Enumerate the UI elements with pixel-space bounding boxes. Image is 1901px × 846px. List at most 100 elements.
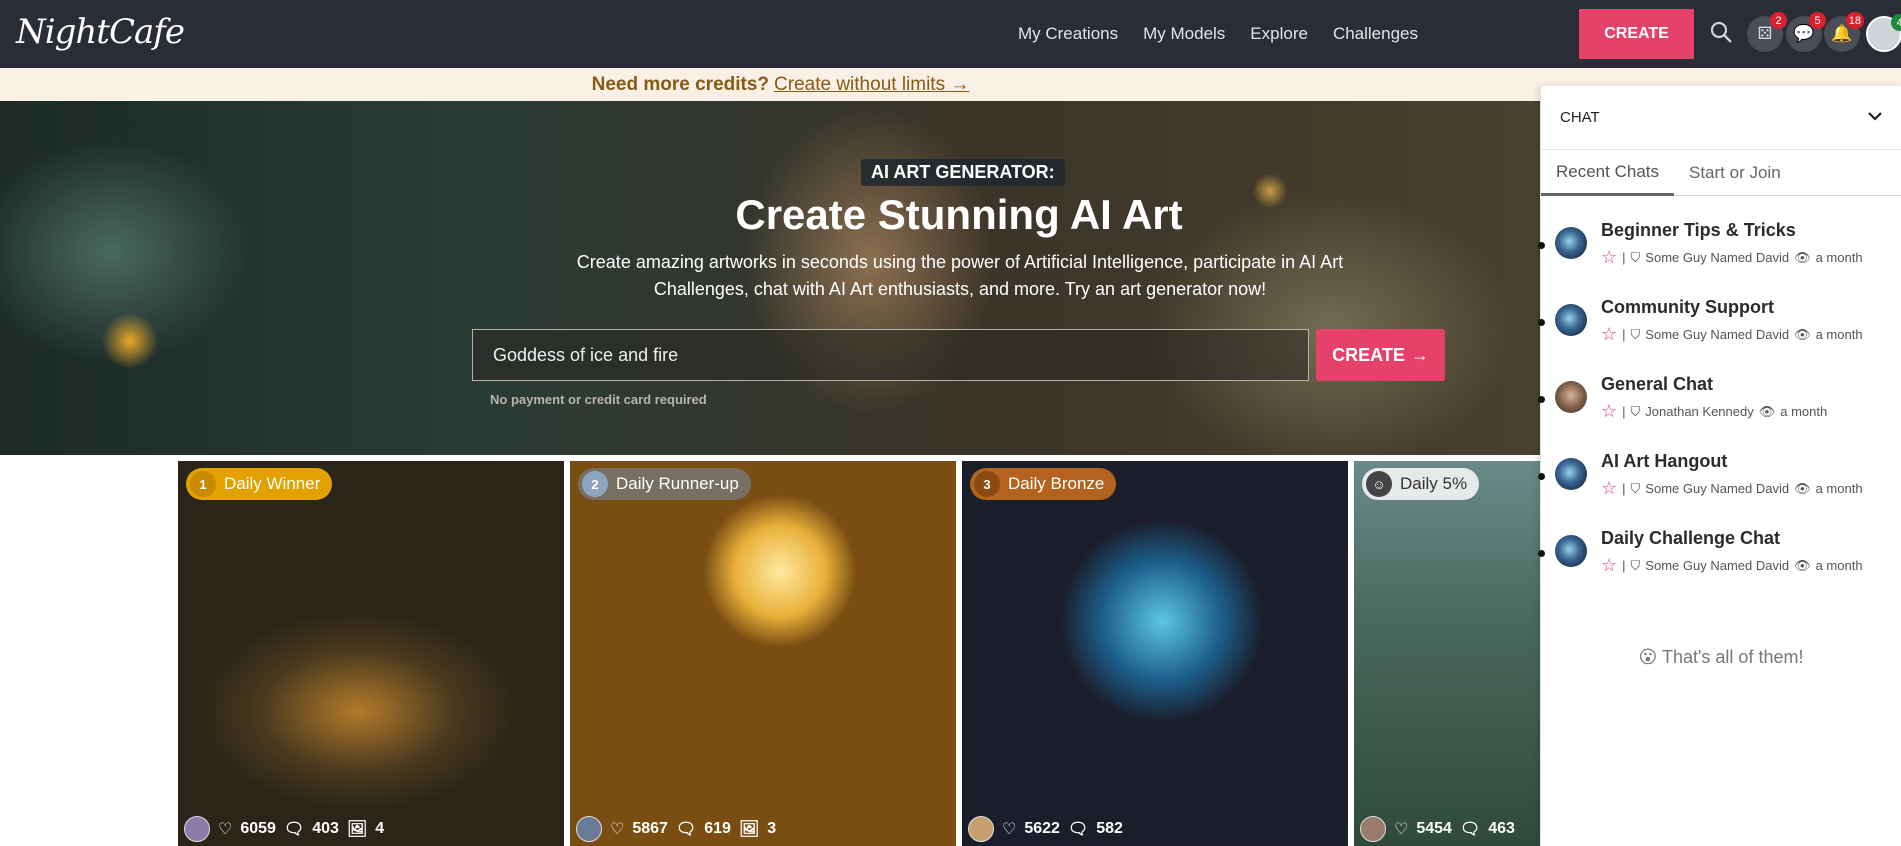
gold-medal-icon: 1 (190, 471, 216, 497)
chat-title: CHAT (1560, 109, 1600, 126)
prompt-input[interactable]: Goddess of ice and fire (472, 329, 1309, 381)
star-icon[interactable]: ☆ (1601, 247, 1617, 268)
chat-item-meta: ☆ | ⛉ Some Guy Named David 👁 a month (1601, 324, 1863, 345)
images-count: 4 (375, 820, 385, 837)
logo[interactable]: NightCafe (16, 12, 185, 52)
messages-button[interactable]: 💬 5 (1786, 12, 1826, 52)
tab-start-or-join[interactable]: Start or Join (1674, 150, 1796, 196)
likes-count: 6059 (240, 820, 276, 837)
chat-owner: Some Guy Named David (1645, 250, 1790, 265)
promo-link[interactable]: Create without limits → (774, 74, 969, 96)
chat-item-title: Beginner Tips & Tricks (1601, 220, 1796, 240)
owner-icon: ⛉ (1630, 326, 1641, 342)
end-of-list-text: That's all of them! (1661, 647, 1804, 667)
chat-avatar (1555, 458, 1587, 490)
chat-avatar (1555, 227, 1587, 259)
nav-challenges[interactable]: Challenges (1333, 24, 1418, 44)
bronze-medal-icon: 3 (974, 471, 1000, 497)
unread-dot (1538, 319, 1545, 326)
images-count: 3 (767, 820, 777, 837)
top-navbar: NightCafe My Creations My Models Explore… (0, 0, 1901, 68)
tab-recent-chats[interactable]: Recent Chats (1541, 150, 1674, 196)
comment-icon[interactable]: 🗨 (284, 819, 304, 839)
nav-my-creations[interactable]: My Creations (1018, 24, 1118, 44)
chat-item-title: Daily Challenge Chat (1601, 528, 1781, 548)
gallery-card-bronze[interactable]: 3 Daily Bronze ♡ 5622 🗨 582 (962, 461, 1348, 846)
gallery-card-winner[interactable]: 1 Daily Winner ♡ 6059 🗨 403 🖼 4 (178, 461, 564, 846)
chat-time: a month (1780, 404, 1828, 419)
heart-icon[interactable]: ♡ (1002, 819, 1016, 839)
tag-label: Daily Runner-up (616, 474, 739, 493)
tag-label: Daily Winner (224, 474, 321, 493)
chat-header[interactable]: CHAT (1541, 86, 1901, 150)
chat-item-meta: ☆ | ⛉ Jonathan Kennedy 👁 a month (1601, 401, 1828, 422)
creator-avatar[interactable] (576, 816, 602, 842)
images-icon: 🖼 (346, 821, 368, 838)
comment-icon[interactable]: 🗨 (1460, 819, 1480, 839)
gallery-card-runner-up[interactable]: 2 Daily Runner-up ♡ 5867 🗨 619 🖼 3 (570, 461, 956, 846)
chat-item[interactable]: Community Support ☆ | ⛉ Some Guy Named Da… (1538, 295, 1901, 372)
likes-count: 5454 (1416, 820, 1452, 837)
dice-icon: ⚄ (1757, 24, 1773, 43)
comments-count: 403 (312, 820, 339, 837)
main-nav: My Creations My Models Explore Challenge… (1018, 0, 1418, 68)
surprised-face-icon: 😮 (1638, 647, 1658, 667)
chat-item-meta: ☆ | ⛉ Some Guy Named David 👁 a month (1601, 478, 1863, 499)
nav-explore[interactable]: Explore (1250, 24, 1308, 44)
chat-item[interactable]: AI Art Hangout ☆ | ⛉ Some Guy Named David… (1538, 449, 1901, 526)
eye-icon: 👁 (1794, 326, 1811, 342)
likes-count: 5867 (632, 820, 668, 837)
chat-item-title: General Chat (1601, 374, 1714, 394)
challenge-gallery: 1 Daily Winner ♡ 6059 🗨 403 🖼 4 2 Daily Run… (0, 461, 1540, 846)
owner-icon: ⛉ (1630, 557, 1641, 573)
creator-avatar[interactable] (184, 816, 210, 842)
tag-daily-winner: 1 Daily Winner (186, 468, 333, 500)
chat-avatar (1555, 304, 1587, 336)
card-stats: ♡ 5622 🗨 582 (968, 816, 1123, 842)
heart-icon[interactable]: ♡ (218, 819, 232, 839)
star-icon[interactable]: ☆ (1601, 555, 1617, 576)
eye-icon: 👁 (1794, 249, 1811, 265)
unread-dot (1538, 473, 1545, 480)
chat-time: a month (1815, 558, 1863, 573)
owner-icon: ⛉ (1630, 249, 1641, 265)
chat-list: Beginner Tips & Tricks ☆ | ⛉ Some Guy Nam… (1538, 196, 1901, 603)
heart-icon[interactable]: ♡ (610, 819, 624, 839)
star-icon[interactable]: ☆ (1601, 324, 1617, 345)
dice-badge: 2 (1770, 12, 1787, 29)
user-avatar[interactable]: 4 (1866, 14, 1901, 52)
comment-icon[interactable]: 🗨 (676, 819, 696, 839)
comment-icon[interactable]: 🗨 (1068, 819, 1088, 839)
chat-item[interactable]: Daily Challenge Chat ☆ | ⛉ Some Guy Named… (1538, 526, 1901, 603)
create-button[interactable]: CREATE (1579, 9, 1694, 59)
chat-avatar (1555, 535, 1587, 567)
robot-badge-icon: ☺ (1366, 471, 1392, 497)
chat-owner: Some Guy Named David (1645, 558, 1790, 573)
gallery-card-top-five[interactable]: ☺ Daily 5% ♡ 5454 🗨 463 (1354, 461, 1540, 846)
chat-panel: CHAT Recent Chats Start or Join Beginner… (1538, 86, 1901, 846)
star-icon[interactable]: ☆ (1601, 478, 1617, 499)
hero-label: AI ART GENERATOR: (861, 159, 1065, 186)
search-icon[interactable] (1709, 20, 1733, 49)
star-icon[interactable]: ☆ (1601, 401, 1617, 422)
creator-avatar[interactable] (968, 816, 994, 842)
chat-item[interactable]: Beginner Tips & Tricks ☆ | ⛉ Some Guy Nam… (1538, 218, 1901, 295)
messages-badge: 5 (1809, 12, 1826, 29)
chevron-down-icon[interactable] (1867, 109, 1883, 126)
notifications-badge: 18 (1845, 12, 1864, 29)
hero-create-button[interactable]: CREATE → (1316, 329, 1445, 381)
tag-label: Daily Bronze (1008, 474, 1105, 493)
images-icon: 🖼 (738, 821, 760, 838)
chat-item-title: AI Art Hangout (1601, 451, 1728, 471)
card-stats: ♡ 5454 🗨 463 (1360, 816, 1515, 842)
credits-dice-button[interactable]: ⚄ 2 (1747, 12, 1787, 52)
eye-icon: 👁 (1794, 557, 1811, 573)
heart-icon[interactable]: ♡ (1394, 819, 1408, 839)
card-stats: ♡ 6059 🗨 403 🖼 4 (184, 816, 384, 842)
tag-daily-bronze: 3 Daily Bronze (970, 468, 1117, 500)
creator-avatar[interactable] (1360, 816, 1386, 842)
notifications-button[interactable]: 🔔 18 (1824, 12, 1864, 52)
owner-icon: ⛉ (1630, 480, 1641, 496)
chat-item[interactable]: General Chat ☆ | ⛉ Jonathan Kennedy 👁 a m… (1538, 372, 1901, 449)
nav-my-models[interactable]: My Models (1143, 24, 1225, 44)
